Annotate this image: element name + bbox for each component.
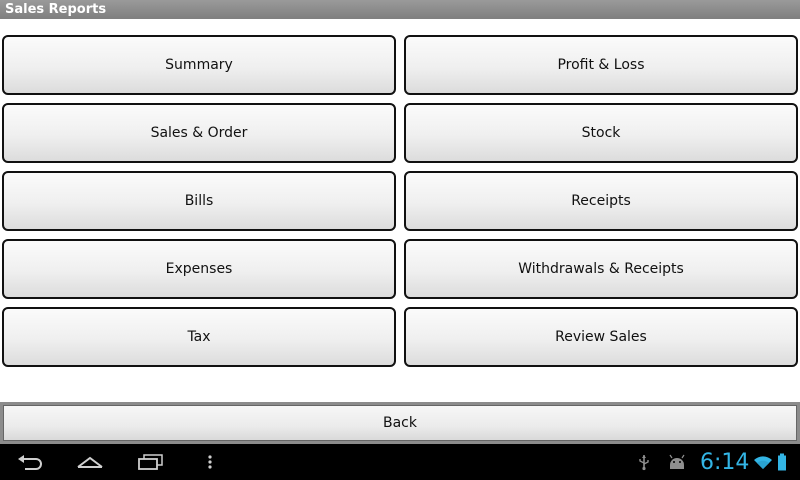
android-icon (664, 444, 690, 480)
bills-button[interactable]: Bills (2, 171, 396, 231)
sales-order-button[interactable]: Sales & Order (2, 103, 396, 163)
window-title: Sales Reports (0, 0, 800, 19)
back-button[interactable]: Back (3, 405, 797, 441)
system-navigation-bar: 6:14 (0, 444, 800, 480)
expenses-button[interactable]: Expenses (2, 239, 396, 299)
menu-icon[interactable] (204, 444, 216, 480)
wifi-icon (752, 444, 774, 480)
tax-button[interactable]: Tax (2, 307, 396, 367)
stock-button[interactable]: Stock (404, 103, 798, 163)
battery-icon (776, 444, 788, 480)
receipts-button[interactable]: Receipts (404, 171, 798, 231)
back-icon[interactable] (14, 444, 46, 480)
review-sales-button[interactable]: Review Sales (404, 307, 798, 367)
usb-icon (633, 444, 655, 480)
home-icon[interactable] (74, 444, 106, 480)
footer-bar: Back (0, 402, 800, 444)
clock: 6:14 (700, 450, 750, 475)
withdrawals-receipts-button[interactable]: Withdrawals & Receipts (404, 239, 798, 299)
profit-loss-button[interactable]: Profit & Loss (404, 35, 798, 95)
recent-apps-icon[interactable] (134, 444, 168, 480)
summary-button[interactable]: Summary (2, 35, 396, 95)
report-grid: Summary Profit & Loss Sales & Order Stoc… (2, 35, 798, 367)
